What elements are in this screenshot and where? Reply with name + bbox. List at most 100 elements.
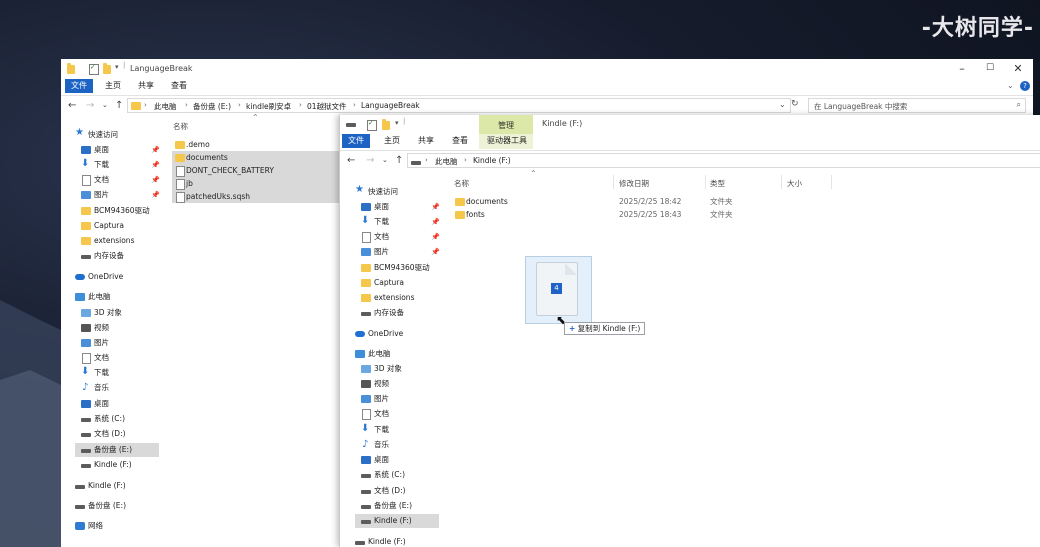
close-button[interactable]: ✕ (1003, 62, 1033, 75)
minimize-button[interactable]: – (947, 62, 977, 75)
music-icon: ♪ (362, 439, 369, 450)
breadcrumb-separator: › (144, 101, 147, 109)
folder-icon (175, 154, 185, 162)
file-row[interactable]: patchedUks.sqsh (172, 190, 340, 203)
breadcrumb-jailbreak-files[interactable]: 01越狱文件 (307, 101, 347, 112)
file-row[interactable]: documents 2025/2/25 18:42 文件夹 (452, 195, 772, 208)
nav-drive-e[interactable]: 备份盘 (E:) (75, 443, 159, 457)
tab-view[interactable]: 查看 (446, 134, 474, 148)
music-icon: ♪ (82, 382, 89, 393)
breadcrumb-kindle-android[interactable]: kindle刷安卓 (246, 101, 291, 112)
recent-locations-icon[interactable]: ⌄ (382, 156, 388, 164)
up-button[interactable]: ↑ (115, 100, 123, 111)
forward-button[interactable]: → (366, 155, 374, 166)
nav-desktop[interactable]: 桌面 📌 (81, 143, 161, 157)
document-icon (82, 353, 91, 364)
download-icon: ⬇ (361, 423, 370, 434)
desktop-icon (361, 456, 371, 464)
video-icon (81, 324, 91, 332)
column-header-name[interactable]: 名称 (173, 121, 188, 132)
drive-icon (75, 485, 85, 489)
tab-file[interactable]: 文件 (65, 79, 93, 93)
search-icon: ⌕ (1016, 100, 1021, 109)
window-title: LanguageBreak (130, 64, 193, 73)
nav-downloads[interactable]: ⬇ 下载 📌 (361, 215, 441, 229)
nav-pictures[interactable]: 图片 📌 (81, 188, 161, 202)
breadcrumb-this-pc[interactable]: 此电脑 (154, 101, 177, 112)
drag-tooltip: + 复制到 Kindle (F:) (564, 322, 646, 335)
file-row[interactable]: jb (172, 177, 340, 190)
watermark: -大树同学- (921, 16, 1034, 41)
tab-view[interactable]: 查看 (165, 79, 193, 93)
pin-icon: 📌 (151, 176, 160, 184)
nav-drive-f[interactable]: Kindle (F:) (355, 514, 439, 528)
tab-file[interactable]: 文件 (342, 134, 370, 148)
help-icon[interactable]: ? (1020, 81, 1030, 91)
file-name: documents (466, 197, 508, 206)
download-icon: ⬇ (81, 366, 90, 377)
pin-icon: 📌 (431, 248, 440, 256)
nav-downloads[interactable]: ⬇ 下载 📌 (81, 158, 161, 172)
title-bar[interactable]: ▾ | 管理 Kindle (F:) (340, 115, 1040, 134)
title-bar[interactable]: ▾ | LanguageBreak – ☐ ✕ (61, 59, 1033, 79)
file-date: 2025/2/25 18:42 (619, 197, 682, 206)
pin-icon: 📌 (151, 191, 160, 199)
file-row[interactable]: documents (172, 151, 340, 164)
drag-count-badge: 4 (551, 283, 562, 294)
network-icon (75, 522, 85, 530)
file-row[interactable]: .demo (172, 138, 340, 151)
ribbon-expand-icon[interactable]: ⌄ (1007, 81, 1014, 90)
nav-desktop[interactable]: 桌面 📌 (361, 200, 441, 214)
file-date: 2025/2/25 18:43 (619, 210, 682, 219)
tab-share[interactable]: 共享 (132, 79, 160, 93)
file-icon (176, 166, 185, 177)
quick-access-dropdown-icon[interactable]: ▾ (395, 119, 399, 127)
nav-documents[interactable]: 文档 📌 (81, 173, 161, 187)
file-row[interactable]: fonts 2025/2/25 18:43 文件夹 (452, 208, 772, 221)
column-header-type[interactable]: 类型 (710, 178, 725, 189)
new-folder-icon[interactable] (103, 63, 111, 74)
breadcrumb-kindle-f[interactable]: Kindle (F:) (473, 156, 511, 165)
breadcrumb-this-pc[interactable]: 此电脑 (435, 156, 458, 167)
tab-home[interactable]: 主页 (378, 134, 406, 148)
column-header-size[interactable]: 大小 (787, 178, 802, 189)
column-divider[interactable] (831, 175, 832, 189)
new-folder-icon[interactable] (382, 119, 390, 130)
file-row[interactable]: DONT_CHECK_BATTERY (172, 164, 340, 177)
search-input[interactable]: 在 LanguageBreak 中搜索 ⌕ (808, 98, 1026, 113)
cube-icon (81, 309, 91, 317)
column-divider[interactable] (705, 175, 706, 189)
recent-locations-icon[interactable]: ⌄ (102, 101, 108, 109)
address-dropdown-icon[interactable]: ⌄ (779, 100, 786, 109)
file-icon (176, 179, 185, 190)
column-header-name[interactable]: 名称 (454, 178, 469, 189)
tab-driver-tools[interactable]: 驱动器工具 (481, 134, 533, 148)
folder-icon (455, 198, 465, 206)
drive-icon (361, 312, 371, 316)
properties-icon[interactable] (89, 63, 99, 75)
properties-icon[interactable] (367, 119, 377, 131)
refresh-icon[interactable]: ↻ (791, 99, 799, 109)
address-box[interactable]: › 此电脑 › Kindle (F:) (407, 153, 1040, 168)
maximize-button[interactable]: ☐ (975, 63, 1005, 73)
forward-button[interactable]: → (86, 100, 94, 111)
column-header-date[interactable]: 修改日期 (619, 178, 649, 189)
nav-documents[interactable]: 文档 📌 (361, 230, 441, 244)
column-divider[interactable] (613, 175, 614, 189)
back-button[interactable]: ← (347, 155, 355, 166)
nav-pictures[interactable]: 图片 📌 (361, 245, 441, 259)
breadcrumb-separator: › (238, 101, 241, 109)
breadcrumb-backup-e[interactable]: 备份盘 (E:) (193, 101, 231, 112)
tab-share[interactable]: 共享 (412, 134, 440, 148)
tab-manage[interactable]: 管理 (498, 120, 514, 131)
up-button[interactable]: ↑ (395, 155, 403, 166)
folder-icon (131, 102, 141, 110)
folder-icon (81, 237, 91, 245)
tab-home[interactable]: 主页 (99, 79, 127, 93)
quick-access-dropdown-icon[interactable]: ▾ (115, 63, 119, 71)
back-button[interactable]: ← (68, 100, 76, 111)
breadcrumb-languagebreak[interactable]: LanguageBreak (361, 101, 420, 110)
column-divider[interactable] (781, 175, 782, 189)
drive-icon (81, 433, 91, 437)
address-box[interactable]: › 此电脑 › 备份盘 (E:) › kindle刷安卓 › 01越狱文件 › … (127, 98, 791, 113)
